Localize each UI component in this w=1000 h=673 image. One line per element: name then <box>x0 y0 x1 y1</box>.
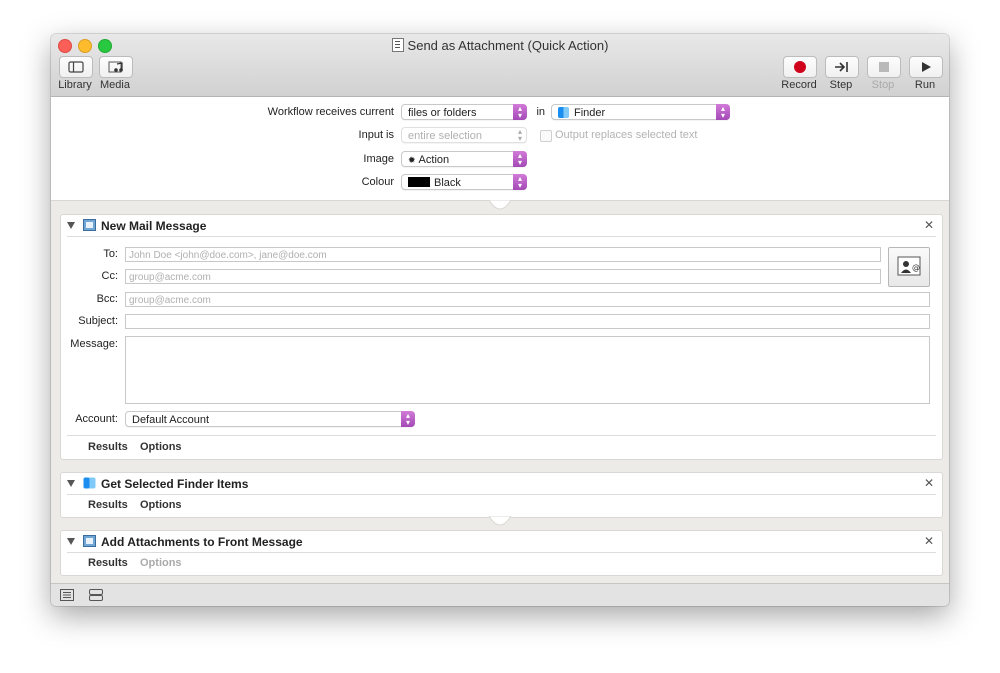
svg-text:@: @ <box>912 263 920 272</box>
input-is-popup[interactable]: entire selection ▴ ▾ <box>401 127 527 143</box>
receives-label: Workflow receives current <box>267 106 394 118</box>
results-tab[interactable]: Results <box>88 499 128 511</box>
finder-icon <box>558 107 569 118</box>
close-icon[interactable]: ✕ <box>924 476 934 490</box>
message-field[interactable] <box>125 336 930 404</box>
gear-icon: ✹ <box>408 155 416 165</box>
bcc-field[interactable]: group@acme.com <box>125 292 930 307</box>
action-add-attachments: Add Attachments to Front Message ✕ Resul… <box>60 530 943 576</box>
document-icon <box>391 38 404 52</box>
window-title-text: Send as Attachment (Quick Action) <box>407 38 609 53</box>
play-icon <box>922 62 931 72</box>
library-button[interactable] <box>59 56 93 78</box>
popup-arrows-icon: ▴ ▾ <box>401 411 415 427</box>
close-icon[interactable]: ✕ <box>924 218 934 232</box>
disclosure-triangle-icon[interactable] <box>67 538 75 545</box>
popup-arrows-icon: ▴ ▾ <box>517 127 522 143</box>
toolbar: Send as Attachment (Quick Action) Librar… <box>51 34 949 97</box>
record-label: Record <box>781 79 817 91</box>
input-is-label: Input is <box>358 129 394 141</box>
in-label: in <box>536 106 545 118</box>
bcc-label: Bcc: <box>96 293 118 305</box>
finder-icon <box>83 477 96 489</box>
input-is-value: entire selection <box>408 130 482 142</box>
step-button[interactable] <box>825 56 859 78</box>
image-label: Image <box>363 153 394 165</box>
options-tab[interactable]: Options <box>140 499 182 511</box>
step-icon <box>835 62 848 72</box>
window-title: Send as Attachment (Quick Action) <box>51 38 949 53</box>
stop-label: Stop <box>871 79 895 91</box>
image-popup[interactable]: ✹ Action ▴ ▾ <box>401 151 527 167</box>
library-sidebar-icon <box>68 61 84 73</box>
account-label: Account: <box>75 413 118 425</box>
bottom-bar <box>51 583 949 606</box>
action-title: Get Selected Finder Items <box>101 477 249 491</box>
close-icon[interactable]: ✕ <box>924 534 934 548</box>
colour-label: Colour <box>361 176 394 188</box>
popup-arrows-icon: ▴ ▾ <box>513 174 527 190</box>
to-label: To: <box>103 248 118 260</box>
action-new-mail-message: New Mail Message ✕ To: John Doe <john@do… <box>60 214 943 460</box>
media-icon <box>108 61 123 72</box>
colour-popup[interactable]: Black ▴ ▾ <box>401 174 527 190</box>
cc-field[interactable]: group@acme.com <box>125 269 881 284</box>
popup-arrows-icon: ▴ ▾ <box>513 151 527 167</box>
application-value: Finder <box>574 107 606 119</box>
media-label: Media <box>100 79 130 91</box>
options-tab[interactable]: Options <box>140 441 182 453</box>
to-field[interactable]: John Doe <john@doe.com>, jane@doe.com <box>125 247 881 262</box>
automator-window: Send as Attachment (Quick Action) Librar… <box>51 34 949 606</box>
disclosure-triangle-icon[interactable] <box>67 480 75 487</box>
divider <box>67 494 936 495</box>
action-get-selected-finder-items: Get Selected Finder Items ✕ Results Opti… <box>60 472 943 518</box>
application-popup[interactable]: Finder ▴ ▾ <box>551 104 730 120</box>
popup-arrows-icon: ▴ ▾ <box>716 104 730 120</box>
step-label: Step <box>829 79 853 91</box>
divider <box>67 236 936 237</box>
mail-stamp-icon <box>83 219 96 231</box>
subject-label: Subject: <box>78 315 118 327</box>
output-replaces-checkbox[interactable] <box>540 130 552 142</box>
account-popup[interactable]: Default Account ▴ ▾ <box>125 411 415 427</box>
mail-stamp-icon <box>83 535 96 547</box>
log-view-icon[interactable] <box>60 589 74 601</box>
image-value: Action <box>418 154 450 166</box>
disclosure-triangle-icon[interactable] <box>67 222 75 229</box>
receives-popup[interactable]: files or folders ▴ ▾ <box>401 104 527 120</box>
results-tab[interactable]: Results <box>88 557 128 569</box>
cc-label: Cc: <box>101 270 119 282</box>
stop-icon <box>879 62 889 72</box>
run-button[interactable] <box>909 56 943 78</box>
action-title: New Mail Message <box>101 219 207 233</box>
media-button[interactable] <box>99 56 133 78</box>
options-tab[interactable]: Options <box>140 557 182 569</box>
results-tab[interactable]: Results <box>88 441 128 453</box>
record-icon <box>794 61 806 73</box>
divider <box>67 435 936 436</box>
output-replaces-label: Output replaces selected text <box>555 129 698 141</box>
workflow-settings: Workflow receives current files or folde… <box>51 97 949 201</box>
divider <box>67 552 936 553</box>
run-label: Run <box>914 79 936 91</box>
library-label: Library <box>58 79 92 91</box>
address-book-button[interactable]: @ <box>888 247 930 287</box>
popup-arrows-icon: ▴ ▾ <box>513 104 527 120</box>
subject-field[interactable] <box>125 314 930 329</box>
message-label: Message: <box>70 338 118 350</box>
action-connector <box>489 200 511 210</box>
colour-value: Black <box>434 177 461 189</box>
colour-swatch <box>408 177 430 187</box>
record-button[interactable] <box>783 56 817 78</box>
variables-view-icon[interactable] <box>89 589 103 601</box>
action-connector <box>489 516 511 526</box>
account-value: Default Account <box>132 414 210 426</box>
action-title: Add Attachments to Front Message <box>101 535 303 549</box>
stop-button[interactable] <box>867 56 901 78</box>
receives-value: files or folders <box>408 107 477 119</box>
address-book-icon: @ <box>897 256 921 276</box>
